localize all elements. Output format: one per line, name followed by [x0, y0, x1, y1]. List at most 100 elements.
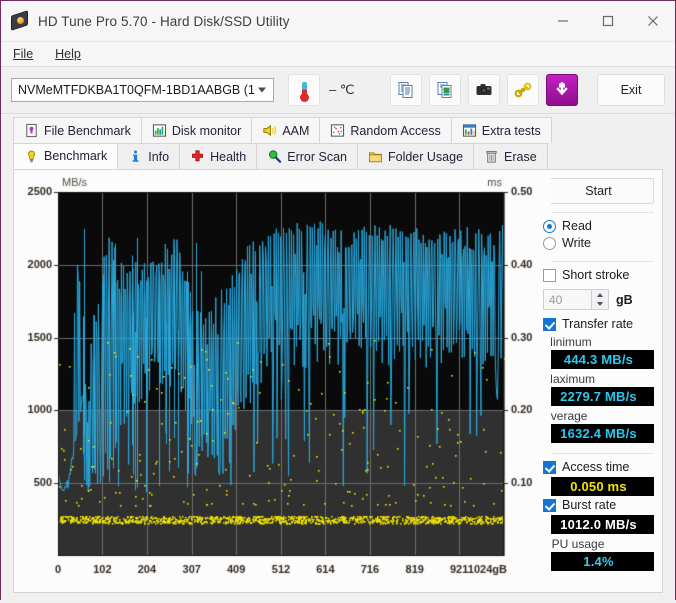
tab-row-top: File Benchmark Disk monitor AAM Random A…: [13, 117, 663, 143]
tab-benchmark-label: Benchmark: [44, 149, 108, 163]
short-stroke-label: Short stroke: [562, 268, 630, 282]
close-button[interactable]: [630, 1, 675, 41]
benchmark-bulb-icon: [28, 150, 35, 162]
checkbox-access-time[interactable]: Access time: [543, 460, 654, 474]
tab-file-benchmark[interactable]: File Benchmark: [13, 117, 142, 143]
maximize-button[interactable]: [585, 1, 630, 41]
copy-icon[interactable]: [390, 74, 422, 106]
benchmark-panel: Start Read Write Short stroke 40 gB Tran…: [13, 169, 663, 593]
tab-aam[interactable]: AAM: [251, 117, 321, 143]
cpu-usage-value: 1.4%: [543, 552, 654, 571]
short-stroke-value: 40: [549, 292, 563, 307]
radio-read[interactable]: Read: [543, 219, 654, 233]
access-time-label: Access time: [562, 460, 630, 474]
thermometer-icon: [288, 74, 320, 106]
start-button[interactable]: Start: [543, 178, 654, 204]
stepper-buttons[interactable]: [591, 290, 608, 309]
tab-health-label: Health: [210, 149, 247, 164]
checkbox-burst-rate[interactable]: Burst rate: [543, 498, 654, 512]
chart-canvas: [14, 170, 551, 592]
copy-image-icon[interactable]: [429, 74, 461, 106]
minimize-button[interactable]: [540, 1, 585, 41]
divider: [543, 261, 654, 262]
radio-read-label: Read: [562, 219, 592, 233]
burst-rate-label: Burst rate: [562, 498, 617, 512]
access-time-checkbox-icon: [543, 460, 556, 474]
stepper-down-icon[interactable]: [597, 302, 603, 307]
tab-bar: File Benchmark Disk monitor AAM Random A…: [1, 114, 675, 169]
tab-row-bottom: Benchmark Info Health Error Scan Folder …: [13, 143, 663, 169]
tab-aam-label: AAM: [282, 123, 310, 138]
short-stroke-stepper[interactable]: 40: [543, 289, 609, 310]
title-bar: HD Tune Pro 5.70 - Hard Disk/SSD Utility: [1, 1, 675, 42]
tab-info-label: Info: [148, 149, 170, 164]
short-stroke-size-row: 40 gB: [543, 289, 654, 310]
menu-file-label: File: [13, 47, 34, 61]
tab-error-scan[interactable]: Error Scan: [256, 143, 358, 169]
tab-folder-usage[interactable]: Folder Usage: [356, 143, 475, 169]
toolbar: NVMeMTFDKBA1T0QFM-1BD1AABGB (1 – ℃ Exit: [1, 67, 675, 114]
minimum-value: 444.3 MB/s: [543, 350, 654, 369]
tab-disk-monitor-label: Disk monitor: [171, 123, 242, 138]
window-title: HD Tune Pro 5.70 - Hard Disk/SSD Utility: [38, 13, 290, 29]
cpu-usage-label: CPU usage: [543, 537, 605, 551]
tab-info[interactable]: Info: [117, 143, 181, 169]
tab-error-scan-label: Error Scan: [287, 149, 347, 164]
tab-benchmark[interactable]: Benchmark: [13, 143, 119, 169]
menu-file[interactable]: File: [10, 45, 44, 63]
health-cross-icon: [192, 150, 204, 162]
folder-icon: [368, 152, 382, 163]
aam-speaker-icon: [263, 124, 277, 137]
hd-tune-window: HD Tune Pro 5.70 - Hard Disk/SSD Utility…: [0, 0, 676, 603]
burst-rate-value: 1012.0 MB/s: [543, 515, 654, 534]
menu-help-label: Help: [55, 47, 81, 61]
window-controls: [540, 1, 675, 41]
transfer-rate-checkbox-icon: [543, 317, 556, 331]
save-icon[interactable]: [546, 74, 578, 106]
burst-rate-checkbox-icon: [543, 498, 556, 512]
access-time-value: 0.050 ms: [543, 477, 654, 496]
info-icon: [132, 150, 139, 162]
divider: [543, 212, 654, 213]
checkbox-short-stroke[interactable]: Short stroke: [543, 268, 654, 282]
tab-health[interactable]: Health: [179, 143, 258, 169]
screenshot-icon[interactable]: [468, 74, 500, 106]
transfer-rate-label: Transfer rate: [562, 317, 634, 331]
file-benchmark-icon: [26, 123, 37, 138]
temperature-value: – ℃: [329, 82, 355, 97]
tab-extra-tests-label: Extra tests: [481, 123, 541, 138]
tab-extra-tests[interactable]: Extra tests: [450, 117, 552, 143]
stepper-up-icon[interactable]: [597, 292, 603, 297]
disk-monitor-icon: [152, 124, 166, 137]
tab-random-access[interactable]: Random Access: [319, 117, 452, 143]
menu-help[interactable]: Help: [52, 45, 92, 63]
exit-button[interactable]: Exit: [597, 74, 665, 106]
trash-icon: [486, 151, 497, 163]
radio-write[interactable]: Write: [543, 236, 654, 250]
short-stroke-unit: gB: [616, 292, 633, 307]
random-access-icon: [331, 124, 345, 137]
tab-erase-label: Erase: [504, 149, 537, 164]
average-value: 1632.4 MB/s: [543, 424, 654, 443]
hard-disk-icon: [10, 10, 30, 31]
menu-bar: File Help: [1, 42, 675, 67]
checkbox-transfer-rate[interactable]: Transfer rate: [543, 317, 654, 331]
drive-select[interactable]: NVMeMTFDKBA1T0QFM-1BD1AABGB (1: [11, 78, 274, 102]
maximum-label: Maximum: [543, 372, 596, 386]
tab-disk-monitor[interactable]: Disk monitor: [140, 117, 253, 143]
radio-read-icon: [543, 219, 556, 233]
short-stroke-checkbox-icon: [543, 268, 556, 282]
minimum-label: Minimum: [543, 335, 592, 349]
divider: [543, 453, 654, 454]
tab-erase[interactable]: Erase: [473, 143, 548, 169]
magnifier-icon: [269, 150, 282, 163]
start-button-label: Start: [585, 184, 612, 198]
exit-button-label: Exit: [620, 83, 642, 97]
extra-tests-icon: [462, 124, 476, 137]
window-bottom: [1, 593, 675, 603]
results-side-panel: Start Read Write Short stroke 40 gB Tran…: [534, 170, 662, 592]
average-label: Average: [543, 409, 588, 423]
settings-icon[interactable]: [507, 74, 539, 106]
radio-write-icon: [543, 236, 556, 250]
maximum-value: 2279.7 MB/s: [543, 387, 654, 406]
